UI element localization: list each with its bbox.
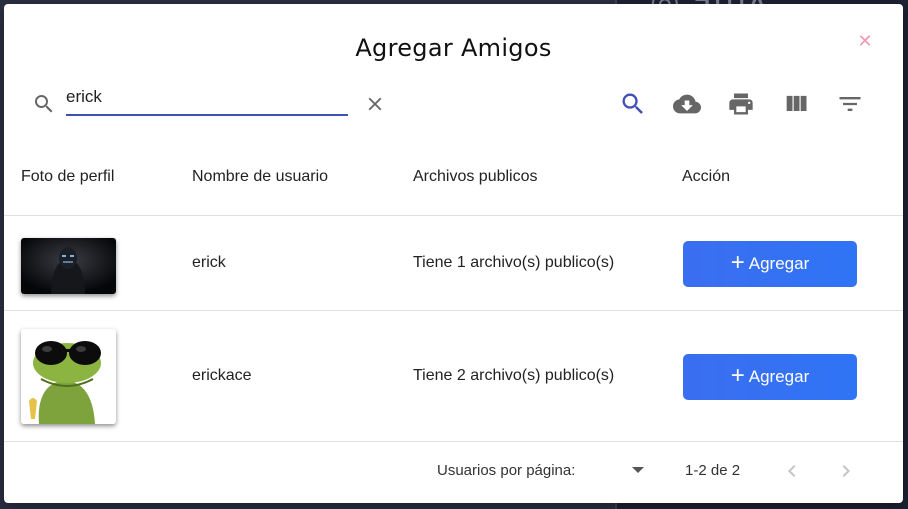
previous-page-icon[interactable] <box>780 459 804 483</box>
table-toolbar <box>4 78 903 128</box>
username: erickace <box>192 367 252 384</box>
table-pagination: Usuarios por página: 1-2 de 2 <box>4 445 903 503</box>
avatar <box>21 238 116 294</box>
view-columns-icon[interactable] <box>782 90 810 118</box>
print-icon[interactable] <box>727 90 755 118</box>
rows-per-page-label: Usuarios por página: <box>437 462 576 479</box>
plus-icon: + <box>730 362 745 389</box>
table-header: Foto de perfil Nombre de usuario Archivo… <box>4 144 903 216</box>
username: erick <box>192 254 226 271</box>
add-friend-button[interactable]: + Agregar <box>683 241 857 287</box>
download-icon[interactable] <box>673 90 701 118</box>
add-friends-dialog: Agregar Amigos ✕ Foto de perfil Nombre d… <box>4 4 903 503</box>
chevron-down-icon <box>632 467 644 473</box>
add-friend-button[interactable]: + Agregar <box>683 354 857 400</box>
dialog-title: Agregar Amigos <box>355 34 552 62</box>
add-friend-button-label: Agregar <box>748 254 810 273</box>
public-files: Tiene 1 archivo(s) publico(s) <box>413 254 615 271</box>
plus-icon: + <box>730 249 745 276</box>
pagination-range: 1-2 de 2 <box>685 462 741 479</box>
table-row: erickace Tiene 2 archivo(s) publico(s) +… <box>4 311 903 442</box>
users-table: Foto de perfil Nombre de usuario Archivo… <box>4 144 903 442</box>
search-icon[interactable] <box>619 90 647 118</box>
header-username[interactable]: Nombre de usuario <box>192 168 328 186</box>
search-icon <box>35 95 53 113</box>
close-icon[interactable]: ✕ <box>857 33 873 51</box>
header-profile-photo[interactable]: Foto de perfil <box>21 168 114 186</box>
next-page-icon[interactable] <box>834 459 858 483</box>
search-input[interactable] <box>66 82 348 116</box>
header-public-files[interactable]: Archivos publicos <box>413 168 538 186</box>
filter-icon[interactable] <box>836 90 864 118</box>
add-friend-button-label: Agregar <box>748 367 810 386</box>
table-row: erick Tiene 1 archivo(s) publico(s) + Ag… <box>4 216 903 311</box>
avatar <box>21 329 116 424</box>
rows-per-page-select[interactable] <box>584 457 644 485</box>
public-files: Tiene 2 archivo(s) publico(s) <box>413 367 615 384</box>
header-action: Acción <box>682 168 731 185</box>
clear-search-icon[interactable] <box>364 93 386 115</box>
